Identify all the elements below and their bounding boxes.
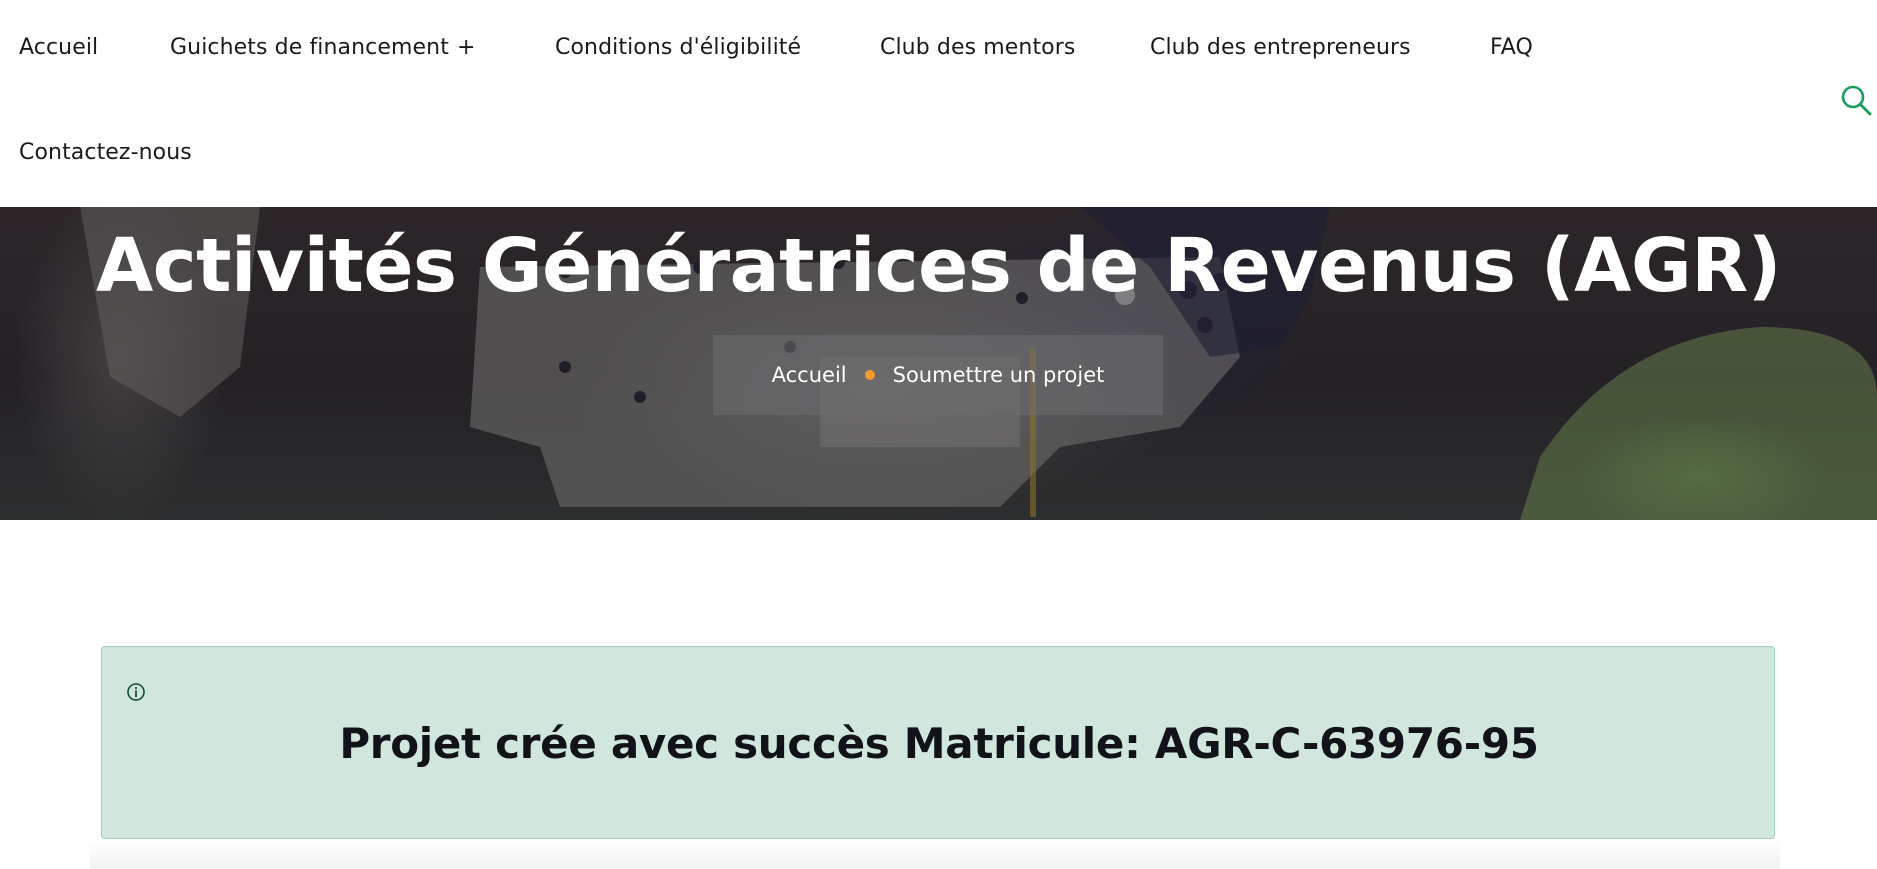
- search-icon: [1841, 85, 1872, 116]
- success-alert: Projet crée avec succès Matricule: AGR-C…: [101, 646, 1775, 839]
- nav-item-accueil[interactable]: Accueil: [19, 35, 98, 60]
- nav-item-conditions-eligibilite[interactable]: Conditions d'éligibilité: [555, 35, 801, 60]
- nav-item-faq[interactable]: FAQ: [1490, 35, 1533, 60]
- breadcrumb-current: Soumettre un projet: [892, 363, 1105, 387]
- hero-banner: Activités Génératrices de Revenus (AGR) …: [0, 207, 1877, 520]
- nav-item-guichets-de-financement[interactable]: Guichets de financement +: [170, 35, 476, 60]
- breadcrumb-home-link[interactable]: Accueil: [772, 363, 847, 387]
- info-icon: [127, 683, 145, 701]
- breadcrumb-separator-dot: [864, 370, 875, 380]
- nav-item-contactez-nous[interactable]: Contactez-nous: [19, 140, 192, 165]
- expand-plus-icon: +: [456, 35, 476, 60]
- success-message: Projet crée avec succès Matricule: AGR-C…: [339, 719, 1539, 768]
- breadcrumb: Accueil Soumettre un projet: [713, 335, 1163, 415]
- nav-item-club-des-entrepreneurs[interactable]: Club des entrepreneurs: [1150, 35, 1411, 60]
- background-decoration: [90, 840, 1780, 869]
- nav-item-club-des-mentors[interactable]: Club des mentors: [880, 35, 1075, 60]
- search-button[interactable]: [1840, 84, 1872, 116]
- nav-item-label: Guichets de financement: [170, 35, 449, 60]
- site-header: Accueil Guichets de financement + Conditi…: [0, 0, 1877, 207]
- page-title: Activités Génératrices de Revenus (AGR): [96, 223, 1782, 309]
